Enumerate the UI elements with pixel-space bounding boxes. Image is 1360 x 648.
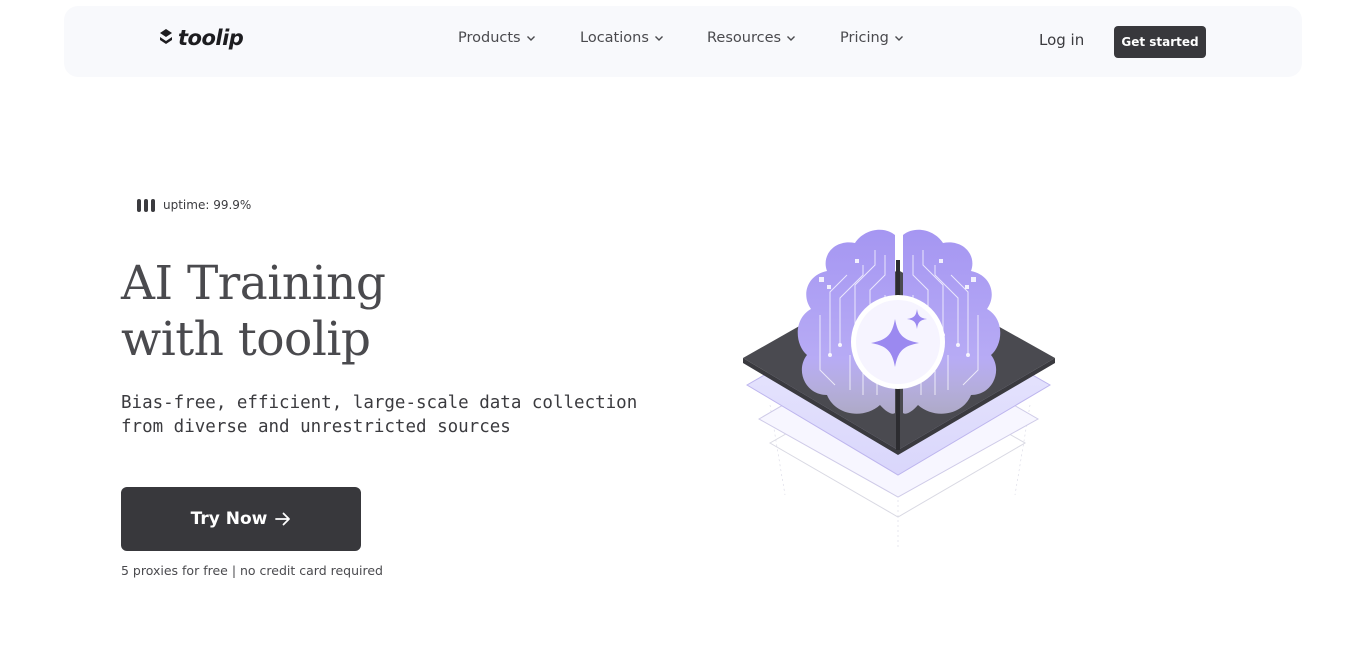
free-proxies-note: 5 proxies for free | no credit card requ…: [121, 563, 383, 578]
menu-item-label: Products: [458, 30, 521, 46]
menu-item-locations[interactable]: Locations: [580, 30, 664, 46]
menu-item-label: Resources: [707, 30, 782, 46]
try-now-label: Try Now: [190, 509, 268, 529]
login-link[interactable]: Log in: [1039, 31, 1084, 49]
chevron-down-icon: [526, 36, 535, 41]
toolip-logo-icon: [160, 29, 172, 44]
hero-subtitle: Bias-free, efficient, large-scale data c…: [121, 391, 681, 439]
chevron-down-icon: [787, 36, 796, 41]
menu-item-label: Pricing: [840, 30, 889, 46]
hero-title-line1: AI Training: [121, 256, 386, 311]
get-started-button[interactable]: Get started: [1114, 26, 1206, 58]
hero-title: AI Training with toolip: [121, 256, 386, 368]
menu-item-products[interactable]: Products: [458, 30, 536, 46]
uptime-bars-icon: [137, 198, 155, 212]
logo-text: toolip: [178, 26, 244, 50]
hero-subtitle-line1: Bias-free, efficient, large-scale data c…: [121, 393, 638, 413]
top-navigation: toolip Products Locations Resources Pric…: [64, 6, 1302, 77]
try-now-button[interactable]: Try Now: [121, 487, 361, 551]
menu-item-label: Locations: [580, 30, 649, 46]
logo-link[interactable]: toolip: [159, 26, 244, 50]
menu-item-pricing[interactable]: Pricing: [840, 30, 904, 46]
uptime-indicator: uptime: 99.9%: [137, 198, 251, 212]
chevron-down-icon: [654, 36, 663, 41]
hero-subtitle-line2: from diverse and unrestricted sources: [121, 417, 511, 437]
uptime-text: uptime: 99.9%: [163, 198, 252, 212]
arrow-right-icon: [275, 512, 291, 526]
ai-brain-chip-illustration: [743, 229, 1055, 550]
menu-item-resources[interactable]: Resources: [707, 30, 796, 46]
hero-title-line2: with toolip: [121, 312, 371, 367]
chevron-down-icon: [894, 36, 903, 41]
